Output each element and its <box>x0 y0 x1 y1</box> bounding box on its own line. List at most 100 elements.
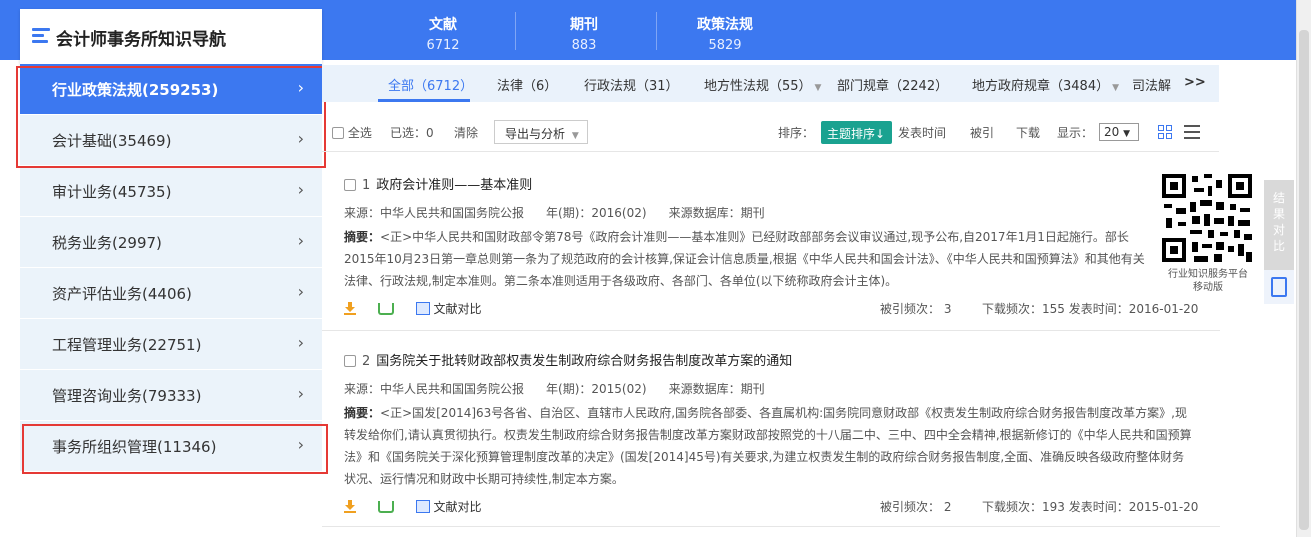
download-count: 下载频次：155 <box>981 302 1065 316</box>
sidebar-item-label: 审计业务(45735) <box>52 183 172 201</box>
sidebar-item-label: 会计基础(35469) <box>52 132 172 150</box>
compare-icon[interactable] <box>415 500 430 513</box>
chevron-right-icon: › <box>297 282 304 301</box>
sidebar-item-tax[interactable]: 税务业务(2997) › <box>20 217 322 267</box>
qr-caption-line: 移动版 <box>1193 282 1223 293</box>
tab-law[interactable]: 法律（6） <box>497 75 557 94</box>
caret-down-icon: ▼ <box>1123 129 1131 139</box>
category-tabs: 全部（6712） 法律（6） 行政法规（31） 地方性法规（55） ▼ 部门规章（… <box>322 65 1219 102</box>
qr-caption: 行业知识服务平台 移动版 <box>1158 268 1258 294</box>
clear-button[interactable]: 清除 <box>454 124 478 141</box>
tabs-more-button[interactable]: >> <box>1184 75 1206 90</box>
tab-local-regulation[interactable]: 地方性法规（55） ▼ <box>704 75 821 94</box>
sidebar-item-firm-management[interactable]: 事务所组织管理(11346) › <box>20 421 322 471</box>
caret-down-icon: ▼ <box>571 131 579 141</box>
compare-link[interactable]: 文献对比 <box>433 302 481 316</box>
compare-link[interactable]: 文献对比 <box>433 500 481 514</box>
result-checkbox[interactable] <box>344 355 356 367</box>
page-scrollbar[interactable] <box>1296 0 1311 537</box>
sort-by-topic-button[interactable]: 主题排序↓ <box>821 121 892 144</box>
caret-down-icon: ▼ <box>1112 83 1120 93</box>
sidebar-item-engineering[interactable]: 工程管理业务(22751) › <box>20 319 322 369</box>
stat-value: 6712 <box>426 38 460 53</box>
grid-view-icon[interactable] <box>1158 125 1173 140</box>
result-source[interactable]: 来源：中华人民共和国国务院公报 <box>344 382 524 396</box>
publish-date: 发表时间：2015-01-20 <box>1068 500 1199 514</box>
divider <box>322 526 1220 527</box>
read-book-icon[interactable] <box>377 303 394 315</box>
result-title-link[interactable]: 国务院关于批转财政部权责发生制政府综合财务报告制度改革方案的通知 <box>376 354 792 369</box>
stat-divider <box>656 12 657 50</box>
sidebar-item-consulting[interactable]: 管理咨询业务(79333) › <box>20 370 322 420</box>
feedback-icon[interactable] <box>1264 270 1294 304</box>
list-view-icon[interactable] <box>1184 125 1200 139</box>
result-source[interactable]: 来源：中华人民共和国国务院公报 <box>344 206 524 220</box>
tab-dept-rules[interactable]: 部门规章（2242） <box>837 75 948 94</box>
page-size-value: 20 <box>1104 125 1120 139</box>
tab-all[interactable]: 全部（6712） <box>388 75 473 94</box>
result-stats: 被引频次： 2 下载频次：193 发表时间：2015-01-20 <box>880 498 1198 515</box>
qr-caption-line: 行业知识服务平台 <box>1168 269 1248 280</box>
stat-policy[interactable]: 政策法规 5829 <box>670 14 780 53</box>
result-compare-label: 结果对比 <box>1272 191 1285 253</box>
result-meta: 来源：中华人民共和国国务院公报 年(期)：2016(02) 来源数据库：期刊 <box>344 204 787 221</box>
sort-by-cited-button[interactable]: 被引 <box>970 124 994 141</box>
active-tab-indicator <box>378 99 470 102</box>
sort-by-download-button[interactable]: 下载 <box>1016 124 1040 141</box>
scrollbar-thumb[interactable] <box>1299 30 1309 530</box>
caret-down-icon: ▼ <box>814 83 822 93</box>
chevron-right-icon: › <box>297 78 304 97</box>
result-title-link[interactable]: 政府会计准则——基本准则 <box>376 178 532 193</box>
sidebar-item-label: 工程管理业务(22751) <box>52 336 202 354</box>
stat-divider <box>515 12 516 50</box>
result-checkbox[interactable] <box>344 179 356 191</box>
sidebar-item-accounting[interactable]: 会计基础(35469) › <box>20 115 322 165</box>
tab-admin-regulation[interactable]: 行政法规（31） <box>584 75 679 94</box>
result-db: 来源数据库：期刊 <box>668 382 765 396</box>
result-abstract: 摘要：<正>中华人民共和国财政部令第78号《政府会计准则——基本准则》已经财政部… <box>344 226 1156 292</box>
select-all[interactable]: 全选 <box>332 124 372 141</box>
sidebar-item-policy[interactable]: 行业政策法规(259253) › <box>20 64 322 114</box>
export-label: 导出与分析 <box>505 127 566 141</box>
download-icon[interactable] <box>344 302 356 315</box>
show-label: 显示： <box>1057 126 1094 140</box>
compare-icon[interactable] <box>415 302 430 315</box>
result-index: 1 <box>362 178 371 193</box>
result-compare-button[interactable]: 结果对比 <box>1264 180 1294 270</box>
result-meta: 来源：中华人民共和国国务院公报 年(期)：2015(02) 来源数据库：期刊 <box>344 380 787 397</box>
chevron-right-icon: › <box>297 384 304 403</box>
stat-value: 5829 <box>708 38 742 53</box>
tab-local-gov-rules[interactable]: 地方政府规章（3484） ▼ <box>972 75 1119 94</box>
download-count: 下载频次：193 <box>981 500 1065 514</box>
result-index: 2 <box>362 354 371 369</box>
page-size-select[interactable]: 20 ▼ <box>1099 123 1139 141</box>
stat-literature[interactable]: 文献 6712 <box>388 14 498 53</box>
result-item: 1 政府会计准则——基本准则 来源：中华人民共和国国务院公报 年(期)：2016(0… <box>322 172 1220 322</box>
stat-journal[interactable]: 期刊 883 <box>529 14 639 53</box>
checkbox-icon[interactable] <box>332 127 344 139</box>
abstract-text: <正>国发[2014]63号各省、自治区、直辖市人民政府,国务院各部委、各直属机… <box>344 406 1192 486</box>
result-item: 2 国务院关于批转财政部权责发生制政府综合财务报告制度改革方案的通知 来源：中华人… <box>322 350 1220 520</box>
menu-icon[interactable] <box>32 28 50 44</box>
chevron-right-icon: › <box>297 129 304 148</box>
sidebar-item-label: 税务业务(2997) <box>52 234 162 252</box>
stat-value: 883 <box>571 38 597 53</box>
nav-title: 会计师事务所知识导航 <box>56 30 226 50</box>
download-icon[interactable] <box>344 500 356 513</box>
result-actions: 文献对比 <box>344 498 482 515</box>
result-actions: 文献对比 <box>344 300 482 317</box>
cited-count: 被引频次： 3 <box>880 302 952 316</box>
sort-by-date-button[interactable]: 发表时间 <box>898 124 946 141</box>
export-dropdown[interactable]: 导出与分析 ▼ <box>494 120 588 144</box>
stat-label: 文献 <box>429 17 457 33</box>
sidebar-item-audit[interactable]: 审计业务(45735) › <box>20 166 322 216</box>
abstract-label: 摘要： <box>344 406 381 420</box>
tab-judicial[interactable]: 司法解 <box>1132 75 1171 94</box>
result-db: 来源数据库：期刊 <box>668 206 765 220</box>
sidebar-item-valuation[interactable]: 资产评估业务(4406) › <box>20 268 322 318</box>
chevron-right-icon: › <box>297 333 304 352</box>
sidebar: 行业政策法规(259253) › 会计基础(35469) › 审计业务(4573… <box>20 64 322 472</box>
result-year: 年(期)：2015(02) <box>546 382 647 396</box>
stat-label: 期刊 <box>570 17 598 33</box>
read-book-icon[interactable] <box>377 501 394 513</box>
